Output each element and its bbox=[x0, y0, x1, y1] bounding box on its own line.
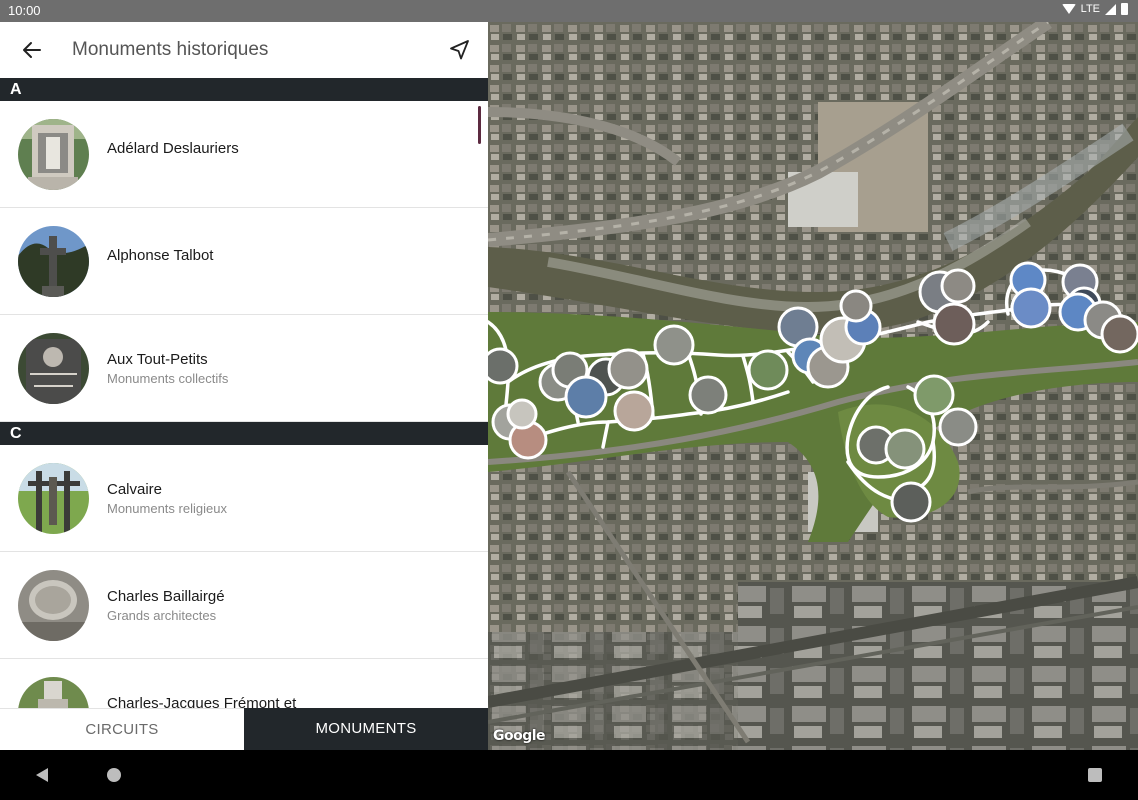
list-item-charles-jacques-fremont[interactable]: Charles-Jacques Frémont et bbox=[0, 659, 488, 708]
monument-thumbnail bbox=[18, 226, 89, 297]
monument-name: Aux Tout-Petits bbox=[107, 351, 208, 368]
monument-category: Monuments collectifs bbox=[107, 371, 229, 386]
system-nav-bar bbox=[0, 750, 1138, 800]
status-icons: LTE bbox=[1061, 3, 1128, 15]
signal-icon bbox=[1105, 3, 1116, 15]
monument-name: Adélard Deslauriers bbox=[107, 140, 239, 157]
list-item-charles-baillairge[interactable]: Charles Baillairgé Grands architectes bbox=[0, 552, 488, 659]
list-item-alphonse-talbot[interactable]: Alphonse Talbot bbox=[0, 208, 488, 315]
status-time: 10:00 bbox=[8, 3, 41, 18]
list-item-aux-tout-petits[interactable]: Aux Tout-Petits Monuments collectifs bbox=[0, 315, 488, 422]
battery-icon bbox=[1121, 3, 1128, 15]
system-home-icon[interactable] bbox=[107, 768, 121, 782]
section-header-a: A bbox=[0, 78, 488, 101]
app-bar: Monuments historiques bbox=[0, 22, 488, 78]
wifi-icon bbox=[1061, 4, 1076, 14]
back-arrow-icon[interactable] bbox=[20, 38, 44, 62]
scroll-indicator[interactable] bbox=[478, 106, 481, 144]
monument-name: Calvaire bbox=[107, 481, 163, 498]
satellite-map[interactable]: Google bbox=[488, 22, 1138, 750]
monument-thumbnail bbox=[18, 333, 89, 404]
network-type: LTE bbox=[1080, 3, 1100, 15]
monument-name: Charles-Jacques Frémont et bbox=[107, 695, 297, 708]
monument-name: Alphonse Talbot bbox=[107, 247, 214, 264]
monument-name: Charles Baillairgé bbox=[107, 588, 225, 605]
monument-category: Monuments religieux bbox=[107, 501, 227, 516]
navigation-icon[interactable] bbox=[448, 38, 472, 62]
status-bar: 10:00 LTE bbox=[0, 0, 1138, 22]
list-item-calvaire[interactable]: Calvaire Monuments religieux bbox=[0, 445, 488, 552]
map-canvas[interactable] bbox=[488, 22, 1138, 750]
bottom-tabs: CIRCUITS MONUMENTS bbox=[0, 708, 488, 750]
list-item-adelard-deslauriers[interactable]: Adélard Deslauriers bbox=[0, 101, 488, 208]
system-recents-icon[interactable] bbox=[1088, 768, 1102, 782]
tab-monuments[interactable]: MONUMENTS bbox=[244, 708, 488, 750]
google-attribution: Google bbox=[493, 728, 546, 744]
monument-category: Grands architectes bbox=[107, 608, 217, 623]
monument-thumbnail bbox=[18, 119, 89, 190]
monument-thumbnail bbox=[18, 677, 89, 708]
tab-circuits[interactable]: CIRCUITS bbox=[0, 708, 244, 750]
monument-list[interactable]: A Adélard Deslauriers Alphonse Talbot Au… bbox=[0, 78, 488, 708]
page-title: Monuments historiques bbox=[72, 39, 269, 60]
system-back-icon[interactable] bbox=[36, 768, 48, 782]
monument-thumbnail bbox=[18, 570, 89, 641]
monument-thumbnail bbox=[18, 463, 89, 534]
monument-list-panel: Monuments historiques A Adélard Deslauri… bbox=[0, 22, 488, 750]
section-header-c: C bbox=[0, 422, 488, 445]
